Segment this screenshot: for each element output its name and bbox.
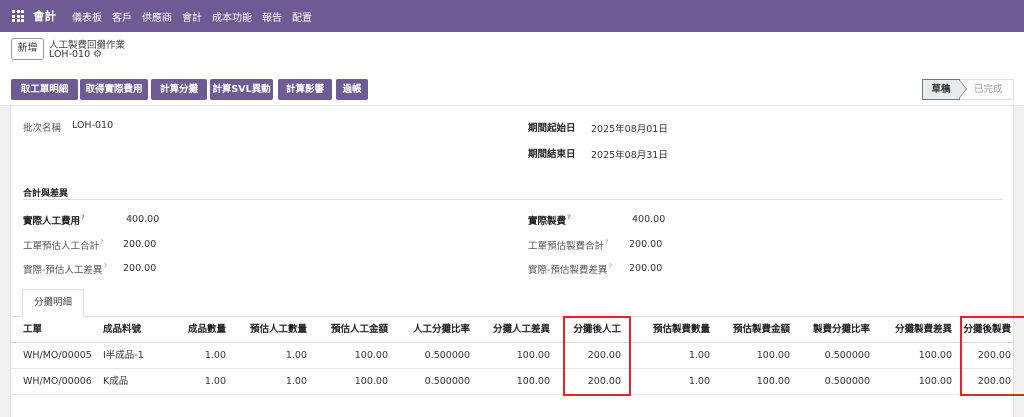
batch-label: 批次名稱 <box>23 123 62 134</box>
get-work-order-details-button[interactable]: 取工單明細 <box>11 79 78 100</box>
cell-est-labor-qty: 1.00 <box>285 350 307 361</box>
col-overhead-ratio[interactable]: 製費分攤比率 <box>791 317 870 343</box>
cell-est-labor-qty: 1.00 <box>285 376 307 387</box>
cell-est-labor-amount: 100.00 <box>354 376 388 387</box>
get-actual-costs-button[interactable]: 取得實際費用 <box>80 79 148 100</box>
help-icon[interactable]: ? <box>605 238 608 246</box>
cell-labor-diff: 100.00 <box>516 376 550 387</box>
overhead-diff-label: 實際-預估製費差異? <box>528 262 612 276</box>
cell-labor-ratio: 0.500000 <box>424 350 470 361</box>
wo-est-labor-value: 200.00 <box>123 239 157 250</box>
cell-est-labor-amount: 100.00 <box>354 350 388 361</box>
section-divider <box>23 199 1003 200</box>
cell-est-overhead-amount: 100.00 <box>756 376 790 387</box>
help-icon[interactable]: ? <box>608 262 611 270</box>
menu-customers[interactable]: 客戶 <box>112 9 132 24</box>
menu-vendors[interactable]: 供應商 <box>142 9 172 24</box>
compute-allocation-button[interactable]: 計算分攤 <box>151 79 207 100</box>
col-labor-diff[interactable]: 分攤人工差異 <box>471 317 550 343</box>
menu-configuration[interactable]: 配置 <box>292 9 312 24</box>
cell-est-overhead-qty: 1.00 <box>688 376 710 387</box>
col-est-overhead-amount[interactable]: 預估製費金額 <box>711 317 790 343</box>
help-icon[interactable]: ? <box>81 213 85 221</box>
wo-est-labor-label: 工單預估人工合計? <box>23 238 104 252</box>
col-product-qty[interactable]: 成品數量 <box>161 317 226 343</box>
help-icon[interactable]: ? <box>567 213 571 221</box>
control-panel: 新增 人工製費回攤作業 LOH-010 ⚙ <box>0 32 1024 72</box>
menu-costing[interactable]: 成本功能 <box>212 9 252 24</box>
wo-est-overhead-label: 工單預估製費合計? <box>528 238 609 252</box>
cell-overhead-diff: 100.00 <box>918 376 952 387</box>
col-overhead-diff[interactable]: 分攤製費差異 <box>873 317 952 343</box>
status-bar: 草稿 已完成 <box>922 79 1014 100</box>
cell-work-order: WH/MO/00005 <box>23 350 92 361</box>
menu-dashboard[interactable]: 儀表板 <box>72 9 102 24</box>
table-row[interactable]: WH/MO/00005 I半成品-1 1.00 1.00 100.00 0.50… <box>11 343 1013 369</box>
allocation-table: 工單 成品料號 成品數量 預估人工數量 預估人工金額 人工分攤比率 分攤人工差異… <box>11 317 1013 395</box>
tab-allocation-details[interactable]: 分攤明細 <box>22 289 84 317</box>
col-product[interactable]: 成品料號 <box>103 317 141 343</box>
new-button[interactable]: 新增 <box>11 38 44 60</box>
overhead-diff-value: 200.00 <box>629 263 663 274</box>
col-est-overhead-qty[interactable]: 預估製費數量 <box>631 317 710 343</box>
period-start-label: 期間起始日 <box>528 123 576 134</box>
period-start-value[interactable]: 2025年08月01日 <box>591 121 668 135</box>
help-icon[interactable]: ? <box>100 238 103 246</box>
post-button[interactable]: 過帳 <box>336 79 368 100</box>
batch-value[interactable]: LOH-010 <box>72 120 113 131</box>
period-end-value[interactable]: 2025年08月31日 <box>591 147 668 161</box>
action-bar: 取工單明細 取得實際費用 計算分攤 計算SVL異動 計算影響 過帳 草稿 已完成 <box>0 72 1024 106</box>
period-end-label: 期間結束日 <box>528 149 576 160</box>
compute-impact-button[interactable]: 計算影響 <box>278 79 332 100</box>
section-title: 合計與差異 <box>23 189 69 199</box>
cell-product-qty: 1.00 <box>204 376 226 387</box>
gear-icon[interactable]: ⚙ <box>93 49 102 60</box>
labor-diff-value: 200.00 <box>123 263 157 274</box>
col-labor-ratio[interactable]: 人工分攤比率 <box>391 317 470 343</box>
actual-labor-label: 實際人工費用? <box>23 213 85 227</box>
highlight-overhead-after-column <box>960 316 1024 396</box>
cell-overhead-ratio: 0.500000 <box>824 376 870 387</box>
cell-product-qty: 1.00 <box>204 350 226 361</box>
cell-work-order: WH/MO/00006 <box>23 376 92 387</box>
actual-overhead-label: 實際製費? <box>528 213 571 227</box>
app-brand[interactable]: 會計 <box>33 8 56 24</box>
cell-overhead-diff: 100.00 <box>918 350 952 361</box>
actual-labor-value[interactable]: 400.00 <box>126 214 159 225</box>
breadcrumb-record: LOH-010 ⚙ <box>49 49 102 60</box>
help-icon[interactable]: ? <box>103 262 106 270</box>
col-est-labor-qty[interactable]: 預估人工數量 <box>229 317 307 343</box>
cell-est-overhead-amount: 100.00 <box>756 350 790 361</box>
col-work-order[interactable]: 工單 <box>23 317 42 343</box>
status-done[interactable]: 已完成 <box>960 79 1014 100</box>
cell-overhead-ratio: 0.500000 <box>824 350 870 361</box>
compute-svl-button[interactable]: 計算SVL異動 <box>210 79 273 100</box>
status-draft[interactable]: 草稿 <box>922 79 967 100</box>
form-sheet: 批次名稱 LOH-010 期間起始日 2025年08月01日 期間結束日 202… <box>10 106 1024 417</box>
cell-product: K成品 <box>103 376 129 387</box>
menu-accounting[interactable]: 會計 <box>182 9 202 24</box>
actual-overhead-value[interactable]: 400.00 <box>632 214 665 225</box>
record-name: LOH-010 <box>49 49 91 60</box>
menu-reports[interactable]: 報告 <box>262 9 282 24</box>
cell-product: I半成品-1 <box>103 350 144 361</box>
cell-est-overhead-qty: 1.00 <box>688 350 710 361</box>
wo-est-overhead-value: 200.00 <box>629 239 663 250</box>
cell-labor-ratio: 0.500000 <box>424 376 470 387</box>
cell-labor-diff: 100.00 <box>516 350 550 361</box>
labor-diff-label: 實際-預估人工差異? <box>23 262 107 276</box>
highlight-labor-after-column <box>563 316 631 396</box>
col-est-labor-amount[interactable]: 預估人工金額 <box>309 317 388 343</box>
apps-grid-icon[interactable] <box>12 10 24 22</box>
table-header: 工單 成品料號 成品數量 預估人工數量 預估人工金額 人工分攤比率 分攤人工差異… <box>11 317 1013 343</box>
top-navbar: 會計 儀表板 客戶 供應商 會計 成本功能 報告 配置 <box>0 0 1024 32</box>
table-row[interactable]: WH/MO/00006 K成品 1.00 1.00 100.00 0.50000… <box>11 369 1013 395</box>
